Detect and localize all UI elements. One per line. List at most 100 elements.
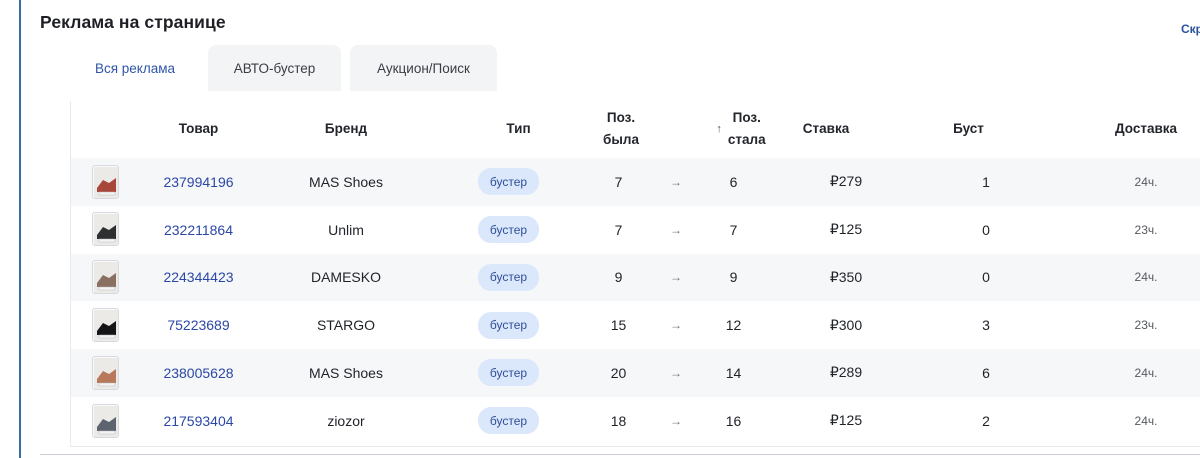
product-id-cell: 217593404 bbox=[141, 397, 256, 445]
col-pos-was[interactable]: Поз. была bbox=[581, 101, 661, 157]
delivery-value: 23ч. bbox=[1134, 222, 1158, 237]
sort-asc-icon[interactable]: ↑ bbox=[716, 118, 722, 140]
type-badge: бустер bbox=[477, 311, 540, 339]
tab-all-ads[interactable]: Вся реклама bbox=[70, 45, 200, 91]
panel-frame-line bbox=[19, 0, 21, 458]
product-id-cell: 237994196 bbox=[141, 158, 256, 206]
shoe-image-icon bbox=[94, 214, 118, 246]
product-id-link[interactable]: 224344423 bbox=[163, 269, 233, 285]
type-badge: бустер bbox=[477, 263, 540, 291]
product-id-cell: 232211864 bbox=[141, 206, 256, 254]
arrow-right-icon: → bbox=[670, 270, 682, 285]
col-pos-now-text: Поз. стала bbox=[728, 107, 766, 151]
table-row[interactable]: 237994196 MAS Shoes бустер 7 → 6 ₽279 1 … bbox=[71, 158, 1200, 206]
col-pos-was-line2: была bbox=[603, 132, 639, 147]
pos-was-cell: 9 bbox=[614, 269, 623, 286]
delivery-cell: 23ч. bbox=[1111, 206, 1181, 254]
arrow-right-icon: → bbox=[670, 222, 682, 237]
pos-was-cell: 7 bbox=[614, 221, 623, 238]
col-boost[interactable]: Буст bbox=[926, 101, 1011, 157]
boost-cell: 0 bbox=[982, 269, 990, 286]
pos-now-cell: 16 bbox=[725, 412, 742, 429]
col-pos-now-line2: стала bbox=[727, 132, 766, 147]
brand-cell: STARGO bbox=[316, 317, 376, 334]
product-id-link[interactable]: 75223689 bbox=[167, 317, 229, 333]
product-thumbnail[interactable] bbox=[92, 164, 119, 199]
brand-cell: ziozor bbox=[327, 412, 365, 429]
tab-auction-search[interactable]: Аукцион/Поиск bbox=[350, 45, 497, 91]
pos-was-cell: 7 bbox=[614, 173, 623, 190]
arrow-right-icon: → bbox=[670, 318, 682, 333]
col-delivery[interactable]: Доставка bbox=[1096, 101, 1196, 157]
bid-cell: ₽350 bbox=[829, 268, 863, 285]
bid-cell: ₽300 bbox=[829, 316, 863, 333]
product-id-cell: 224344423 bbox=[141, 254, 256, 302]
brand-cell: Unlim bbox=[328, 221, 364, 238]
table-row[interactable]: 224344423 DAMESKO бустер 9 → 9 ₽350 0 24… bbox=[71, 253, 1200, 302]
tab-auto-booster[interactable]: АВТО-бустер bbox=[208, 45, 341, 91]
bid-cell: ₽125 bbox=[829, 412, 863, 429]
product-thumbnail[interactable] bbox=[92, 212, 119, 247]
bid-cell: ₽289 bbox=[829, 364, 863, 381]
pos-was-cell: 20 bbox=[610, 364, 627, 381]
col-brand[interactable]: Бренд bbox=[281, 101, 411, 157]
delivery-value: 24ч. bbox=[1134, 174, 1158, 189]
delivery-cell: 24ч. bbox=[1111, 397, 1181, 445]
boost-cell: 0 bbox=[982, 221, 990, 238]
pos-was-cell: 15 bbox=[610, 317, 627, 334]
ads-table: Товар Бренд Тип Поз. была ↑ Поз. стала С… bbox=[70, 101, 1200, 447]
table-row[interactable]: 238005628 MAS Shoes бустер 20 → 14 ₽289 … bbox=[71, 349, 1200, 397]
brand-cell: MAS Shoes bbox=[309, 173, 383, 190]
product-id-cell: 75223689 bbox=[141, 301, 256, 349]
product-id-link[interactable]: 237994196 bbox=[163, 174, 233, 190]
pos-was-cell: 18 bbox=[610, 412, 627, 429]
product-thumbnail[interactable] bbox=[92, 307, 119, 342]
type-cell: бустер bbox=[471, 254, 546, 302]
product-thumbnail[interactable] bbox=[92, 260, 119, 295]
table-row[interactable]: 232211864 Unlim бустер 7 → 7 ₽125 0 23ч. bbox=[71, 206, 1200, 254]
product-id-link[interactable]: 232211864 bbox=[164, 222, 233, 238]
type-badge: бустер bbox=[477, 359, 540, 387]
type-cell: бустер bbox=[471, 158, 546, 206]
pos-now-cell: 9 bbox=[729, 269, 738, 286]
shoe-image-icon bbox=[94, 262, 118, 294]
col-bid[interactable]: Ставка bbox=[786, 101, 866, 157]
type-badge: бустер bbox=[477, 407, 540, 435]
type-cell: бустер bbox=[471, 301, 546, 349]
pos-now-cell: 7 bbox=[729, 221, 738, 238]
type-cell: бустер bbox=[471, 397, 546, 445]
col-pos-now-line1: Поз. bbox=[732, 110, 761, 125]
boost-cell: 1 bbox=[982, 173, 990, 190]
delivery-value: 23ч. bbox=[1134, 318, 1158, 333]
type-cell: бустер bbox=[471, 206, 546, 254]
arrow-right-icon: → bbox=[670, 365, 682, 380]
delivery-value: 24ч. bbox=[1134, 270, 1158, 285]
boost-cell: 2 bbox=[982, 412, 990, 429]
product-thumbnail[interactable] bbox=[92, 355, 119, 390]
shoe-image-icon bbox=[94, 357, 118, 389]
arrow-right-icon: → bbox=[670, 413, 682, 428]
pos-now-cell: 14 bbox=[725, 364, 742, 381]
col-pos-was-line1: Поз. bbox=[606, 110, 636, 125]
product-thumbnail[interactable] bbox=[92, 403, 119, 438]
delivery-cell: 24ч. bbox=[1111, 349, 1181, 397]
delivery-cell: 24ч. bbox=[1111, 254, 1181, 302]
bid-cell: ₽279 bbox=[829, 173, 863, 190]
pos-now-cell: 12 bbox=[725, 317, 742, 334]
col-pos-now[interactable]: ↑ Поз. стала bbox=[691, 101, 791, 157]
shoe-image-icon bbox=[94, 309, 118, 341]
pos-now-cell: 6 bbox=[729, 173, 738, 190]
product-id-link[interactable]: 217593404 bbox=[163, 413, 233, 429]
delivery-cell: 24ч. bbox=[1111, 158, 1181, 206]
section-title: Реклама на странице bbox=[40, 12, 226, 32]
col-type[interactable]: Тип bbox=[481, 101, 556, 157]
arrow-right-icon: → bbox=[670, 174, 682, 189]
table-row[interactable]: 75223689 STARGO бустер 15 → 12 ₽300 3 23… bbox=[71, 301, 1200, 349]
product-id-link[interactable]: 238005628 bbox=[163, 365, 233, 381]
hide-link[interactable]: Скрыть bbox=[1181, 22, 1200, 36]
shoe-image-icon bbox=[94, 166, 118, 198]
table-row[interactable]: 217593404 ziozor бустер 18 → 16 ₽125 2 2… bbox=[71, 397, 1200, 445]
col-product[interactable]: Товар bbox=[141, 101, 256, 157]
shoe-image-icon bbox=[94, 405, 118, 437]
delivery-value: 24ч. bbox=[1134, 365, 1158, 380]
